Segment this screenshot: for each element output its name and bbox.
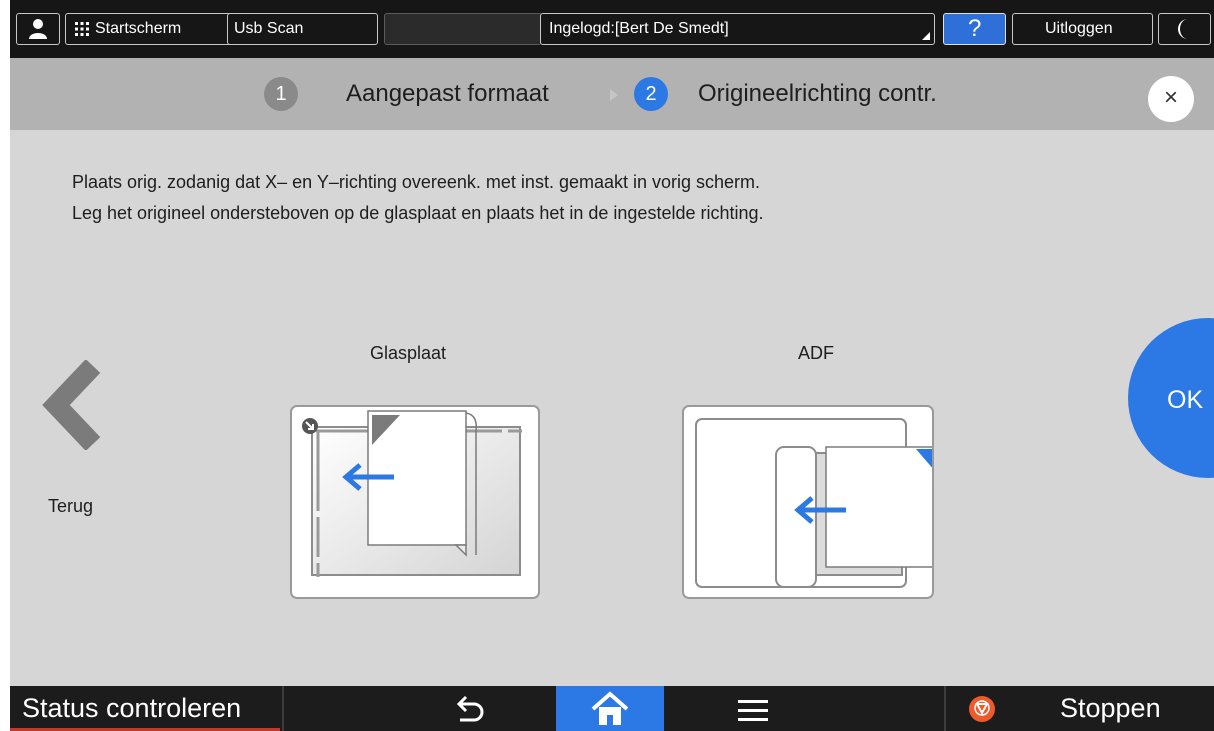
logout-label: Uitloggen (1045, 20, 1113, 37)
help-label: ? (968, 15, 982, 42)
step-2-label: Origineelrichting contr. (698, 80, 937, 107)
ok-label: OK (1167, 386, 1204, 414)
logged-in-user-dropdown[interactable]: Ingelogd:[Bert De Smedt] (540, 13, 935, 45)
chevron-left-icon (42, 360, 101, 450)
logout-button[interactable]: Uitloggen (1012, 13, 1153, 45)
instruction-line-1: Plaats orig. zodanig dat X– en Y–richtin… (72, 172, 761, 192)
back-label: Terug (48, 496, 94, 516)
wizard-header: 1 Aangepast formaat 2 Origineelrichting … (10, 58, 1214, 130)
home-screen-button[interactable]: Startscherm (65, 13, 232, 45)
home-screen-label: Startscherm (95, 20, 182, 37)
usb-scan-label: Usb Scan (234, 20, 304, 37)
bottom-bar: Status controleren Stoppen (10, 686, 1214, 731)
glass-platen-illustration (302, 410, 522, 577)
close-icon: × (1163, 84, 1178, 111)
grid-icon (75, 22, 89, 36)
step-separator-icon (610, 89, 618, 101)
user-icon (29, 19, 47, 39)
dropdown-corner-icon (922, 32, 930, 40)
user-button[interactable] (16, 13, 60, 45)
status-check-button[interactable]: Status controleren (10, 686, 280, 731)
bottom-separator (282, 686, 284, 731)
menu-icon (738, 700, 768, 721)
glass-option-label: Glasplaat (370, 343, 447, 363)
ok-button[interactable]: OK (1128, 318, 1214, 478)
help-button[interactable]: ? (943, 13, 1006, 45)
menu-button[interactable] (710, 686, 800, 731)
stop-button[interactable]: Stoppen (948, 686, 1214, 731)
step-2-number: 2 (634, 77, 668, 111)
top-bar: Startscherm Usb Scan Ingelogd:[Bert De S… (10, 0, 1214, 58)
stop-icon (969, 696, 995, 722)
adf-illustration (695, 418, 932, 588)
step-1-number: 1 (264, 77, 298, 111)
back-button[interactable]: Terug (30, 356, 120, 526)
adf-option-card[interactable] (682, 405, 934, 599)
stop-label: Stoppen (1060, 693, 1161, 723)
home-icon (591, 691, 629, 725)
return-button[interactable] (430, 686, 510, 731)
energy-saver-button[interactable] (1158, 13, 1211, 45)
close-button[interactable]: × (1148, 76, 1194, 122)
usb-scan-button[interactable]: Usb Scan (227, 13, 378, 45)
moon-icon (1178, 19, 1188, 39)
bottom-separator-2 (944, 686, 946, 731)
device-screen: Startscherm Usb Scan Ingelogd:[Bert De S… (10, 0, 1214, 731)
adf-option-label: ADF (798, 343, 834, 363)
logged-in-label: Ingelogd:[Bert De Smedt] (549, 20, 729, 37)
status-check-label: Status controleren (22, 693, 242, 723)
instruction-line-2: Leg het origineel ondersteboven op de gl… (72, 203, 764, 223)
empty-slot-button[interactable] (384, 13, 542, 45)
home-button[interactable] (556, 686, 664, 731)
return-icon (456, 695, 484, 722)
step-1-label: Aangepast formaat (346, 80, 549, 107)
glass-option-card[interactable] (290, 405, 540, 599)
